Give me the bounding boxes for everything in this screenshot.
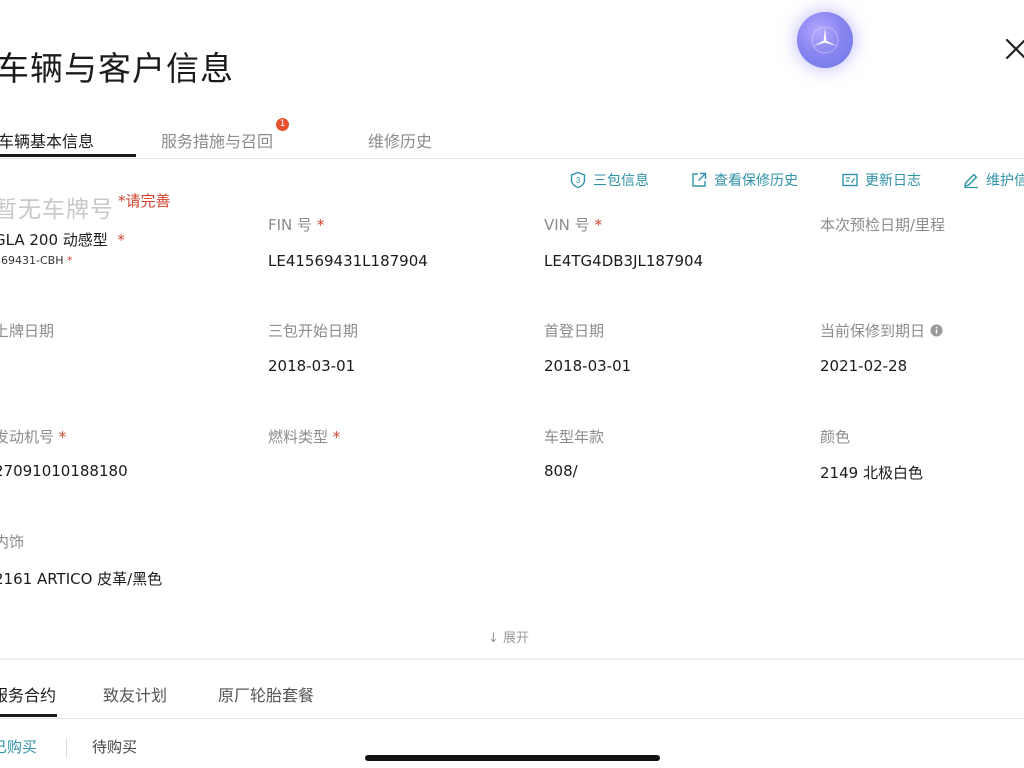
assistant-badge[interactable] (797, 12, 853, 68)
color-value: 2149 北极白色 (820, 464, 923, 482)
warranty-info-label: 三包信息 (593, 173, 649, 189)
expand-label: 展开 (503, 631, 530, 646)
star-logo-icon (811, 26, 839, 54)
model-year-label: 车型年款 (544, 428, 605, 446)
plate-required-hint: *请完善 (118, 192, 171, 210)
subtab-pending-purchase[interactable]: 待购买 (92, 736, 137, 757)
precheck-date-mileage-label: 本次预检日期/里程 (820, 216, 946, 234)
warranty-start-date-label: 三包开始日期 (268, 322, 359, 340)
vin-value: LE4TG4DB3JL187904 (544, 252, 704, 270)
warranty-info-button[interactable]: 3 三包信息 (569, 170, 649, 190)
shield-icon: 3 (570, 171, 586, 189)
external-link-icon (692, 172, 707, 187)
update-log-button[interactable]: 更新日志 (841, 170, 921, 190)
required-mark: * (66, 254, 73, 267)
close-icon (1005, 38, 1024, 60)
vehicle-model-code: 569431-CBH * (0, 254, 72, 267)
tab-vehicle-basic-info[interactable]: 车辆基本信息 (0, 128, 94, 152)
first-registration-date-label: 首登日期 (544, 322, 605, 340)
vehicle-model: GLA 200 动感型 * (0, 229, 125, 250)
required-mark: * (117, 231, 125, 249)
info-icon[interactable] (930, 324, 943, 337)
active-tab-indicator (0, 154, 136, 157)
top-tab-bar: 车辆基本信息 服务措施与召回 1 维修历史 (0, 112, 1024, 159)
license-plate-placeholder[interactable]: 暂无车牌号 (0, 190, 114, 224)
view-warranty-history-label: 查看保修历史 (714, 173, 798, 189)
notification-badge: 1 (276, 118, 289, 131)
close-button[interactable] (1000, 34, 1024, 64)
log-icon (842, 173, 858, 187)
bottom-tab-bar: 服务合约 致友计划 原厂轮胎套餐 (0, 660, 1024, 719)
view-warranty-history-button[interactable]: 查看保修历史 (690, 170, 798, 190)
tab-repair-history[interactable]: 维修历史 (368, 128, 432, 152)
vin-label: VIN 号 * (544, 216, 602, 234)
edit-icon (964, 173, 978, 189)
home-indicator[interactable] (365, 755, 660, 761)
fin-value: LE41569431L187904 (268, 252, 428, 270)
tab-service-contract[interactable]: 服务合约 (0, 682, 56, 706)
vehicle-model-text: GLA 200 动感型 (0, 231, 108, 249)
tab-oem-tire-package[interactable]: 原厂轮胎套餐 (218, 682, 314, 706)
page-title: 车辆与客户信息 (0, 49, 234, 88)
engine-number-label: 发动机号 * (0, 428, 67, 446)
subtab-purchased[interactable]: 已购买 (0, 736, 37, 757)
subtab-separator (66, 738, 67, 758)
model-year-value: 808/ (544, 462, 578, 480)
maintenance-info-button[interactable]: 维护信 (962, 170, 1024, 190)
warranty-expiry-value: 2021-02-28 (820, 357, 908, 375)
fuel-type-label: 燃料类型 * (268, 428, 341, 446)
tab-friend-plan[interactable]: 致友计划 (103, 682, 167, 706)
vehicle-model-code-text: 569431-CBH (0, 254, 64, 267)
active-bottom-tab-indicator (0, 714, 57, 717)
color-label: 颜色 (820, 428, 851, 446)
expand-button[interactable]: ↓ 展开 (488, 627, 529, 646)
fin-label: FIN 号 * (268, 216, 325, 234)
engine-number-value: 27091010188180 (0, 462, 128, 480)
warranty-start-date-value: 2018-03-01 (268, 357, 356, 375)
arrow-down-icon: ↓ (488, 631, 499, 646)
registration-date-label: 上牌日期 (0, 322, 55, 340)
warranty-expiry-label: 当前保修到期日 (820, 320, 943, 341)
vehicle-customer-info-panel: 车辆与客户信息 车辆基本信息 服务措施与召回 1 维修历史 3 三包信息 查看保… (0, 0, 1024, 768)
interior-label: 内饰 (0, 533, 25, 551)
first-registration-date-value: 2018-03-01 (544, 357, 632, 375)
update-log-label: 更新日志 (865, 173, 921, 189)
shield-number: 3 (576, 176, 581, 185)
maintenance-info-label: 维护信 (986, 173, 1024, 189)
tab-service-measures-recall[interactable]: 服务措施与召回 (161, 128, 273, 152)
interior-value: 2161 ARTICO 皮革/黑色 (0, 570, 163, 588)
